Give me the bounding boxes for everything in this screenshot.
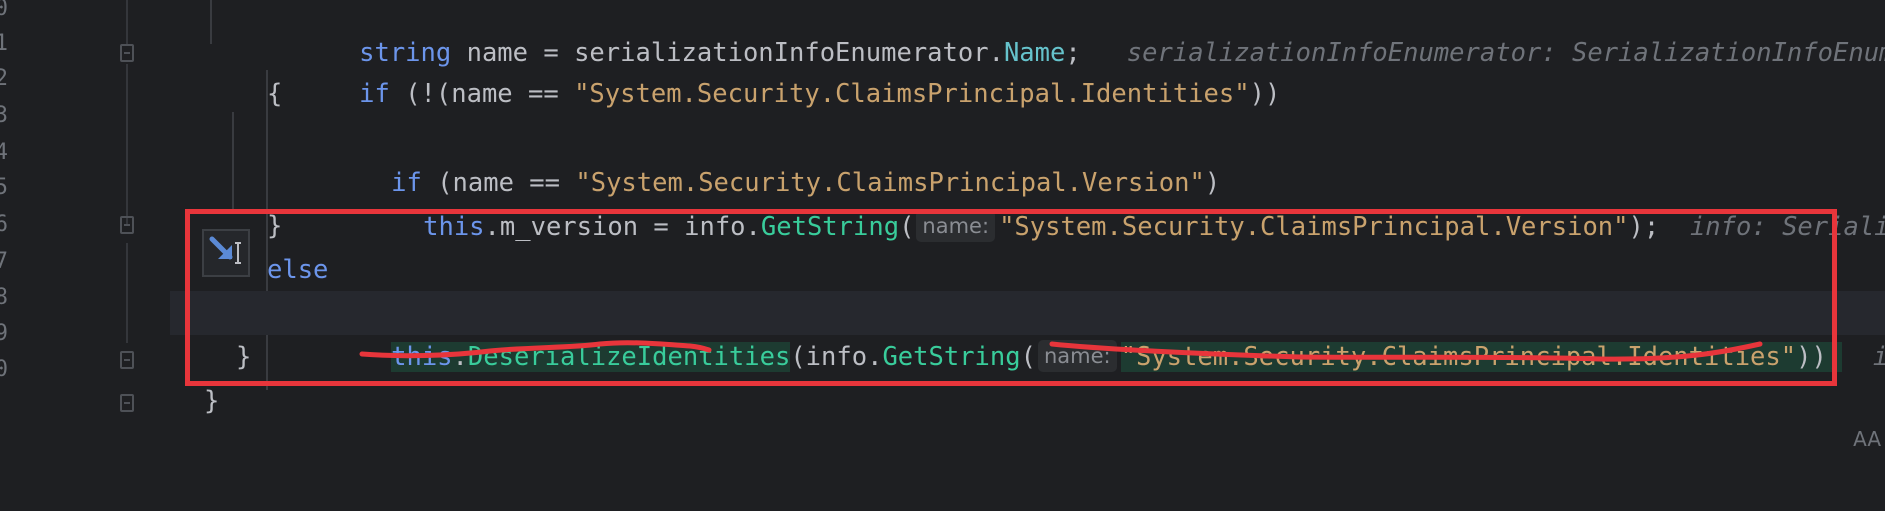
code-text: } (204, 386, 220, 416)
editor-gutter: 0 1 2 3 4 5 6 7 8 9 0 (0, 0, 170, 451)
code-line: this.m_version = info.GetString(name: "Sy… (170, 161, 1885, 242)
keyword: else (267, 255, 329, 285)
fold-toggle-icon[interactable] (120, 394, 134, 412)
fold-line (126, 64, 128, 224)
code-editor[interactable]: string name = serializationInfoEnumerato… (170, 0, 1885, 451)
code-text: } (267, 211, 283, 241)
code-line-current: this.DeserializeIdentities(info.GetStrin… (170, 291, 1885, 372)
code-line: if (name == "System.Security.ClaimsPrinc… (170, 117, 1885, 198)
fold-toggle-icon[interactable] (120, 351, 134, 369)
code-text: { (267, 79, 283, 109)
code-line: { (170, 72, 1885, 116)
fold-line (126, 0, 128, 44)
code-line: } (170, 204, 1885, 248)
code-line: } (170, 379, 1885, 423)
code-line: } (170, 335, 1885, 379)
code-line: if (!(name == "System.Security.ClaimsPri… (170, 28, 1885, 109)
fold-toggle-icon[interactable] (120, 44, 134, 62)
arrow-down-right-icon (209, 236, 241, 264)
code-text: } (236, 342, 252, 372)
fold-toggle-icon[interactable] (120, 216, 134, 234)
fold-line (126, 243, 128, 343)
line-number: 0 (0, 357, 8, 382)
code-line: else (170, 248, 1885, 292)
reader-mode-icon[interactable]: AA (1853, 427, 1881, 451)
code-line: string name = serializationInfoEnumerato… (170, 0, 1885, 68)
quick-action-button[interactable] (202, 229, 250, 277)
